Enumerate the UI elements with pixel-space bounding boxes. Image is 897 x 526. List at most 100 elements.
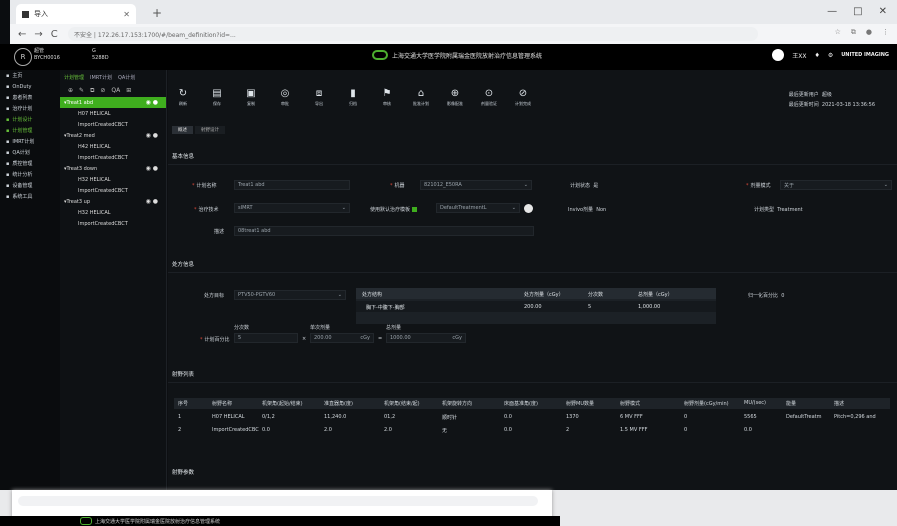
- toolbar-button[interactable]: ⧈ 导出: [304, 88, 334, 107]
- template-select[interactable]: DefaultTreatmentL ⌄: [436, 203, 520, 213]
- tree-child[interactable]: H42 HELICAL: [60, 141, 166, 152]
- sidebar-item[interactable]: ▪ 主页: [0, 70, 60, 81]
- tree-child[interactable]: ImportCreatedCBCT: [60, 185, 166, 196]
- visibility-icon[interactable]: ◉ ●: [146, 99, 158, 106]
- sidebar-item[interactable]: ▪ 计划管理: [0, 125, 60, 136]
- sidebar-item[interactable]: ▪ 患者列表: [0, 92, 60, 103]
- sidebar-item[interactable]: ▪ IMRT计划: [0, 136, 60, 147]
- tree-tab-qa[interactable]: QA计划: [118, 74, 135, 81]
- extension-icon[interactable]: ⧉: [851, 28, 856, 37]
- header-user-name[interactable]: 王XX: [792, 51, 806, 60]
- close-window-icon[interactable]: ✕: [879, 6, 887, 17]
- tree-child[interactable]: ImportCreatedCBCT: [60, 218, 166, 229]
- rx-target-select[interactable]: PTV50-PGTV60 ⌄: [234, 290, 346, 300]
- visibility-icon[interactable]: ◉ ●: [146, 132, 158, 139]
- url-input[interactable]: 不安全 | 172.26.17.153:1700/#/beam_definiti…: [68, 27, 758, 41]
- bell-icon[interactable]: ♦: [814, 52, 819, 59]
- user-id: BYCH0016: [34, 55, 60, 61]
- star-icon[interactable]: ☆: [835, 28, 841, 37]
- toolbar-button[interactable]: ▤ 保存: [202, 88, 232, 107]
- table-header-cell: MU/(sec): [744, 400, 766, 406]
- sidebar-item[interactable]: ▪ 系统工具: [0, 191, 60, 202]
- table-cell: ImportCreatedCBC: [212, 427, 259, 433]
- toolbar-button[interactable]: ⊘ 计划完成: [508, 88, 538, 107]
- template-add-button[interactable]: [524, 204, 533, 213]
- menu-icon[interactable]: ⋮: [882, 28, 889, 37]
- browser-tab[interactable]: 导入 ✕: [16, 4, 136, 24]
- close-tab-icon[interactable]: ✕: [123, 10, 130, 19]
- total-dose-input[interactable]: 1000.00 cGy: [386, 333, 466, 343]
- maximize-icon[interactable]: □: [853, 6, 862, 17]
- tree-node[interactable]: ▾ Treat3 down ◉ ●: [60, 163, 166, 174]
- sidebar-item[interactable]: ▪ 治疗计划: [0, 103, 60, 114]
- single-dose-input[interactable]: 200.00 cGy: [310, 333, 374, 343]
- sidebar-item-label: QA计划: [12, 150, 30, 156]
- toolbar-icon: ⊕: [450, 88, 460, 99]
- taskbar-item[interactable]: 上海交通大学医学院附属瑞金医院放射治疗信息管理系统: [80, 517, 220, 525]
- sidebar-item[interactable]: ▪ 统计分析: [0, 169, 60, 180]
- brand-logo: UNITED IMAGING: [841, 51, 889, 58]
- delete-icon[interactable]: ⊘: [100, 87, 105, 95]
- dose-mode-select[interactable]: 关于 ⌄: [780, 180, 892, 190]
- table-cell: 1.5 MV FFF: [620, 427, 648, 433]
- chevron-down-icon: ⌄: [511, 205, 516, 211]
- toolbar-button[interactable]: ⊙ 剂量验证: [474, 88, 504, 107]
- avatar[interactable]: [772, 49, 785, 61]
- reload-icon[interactable]: C: [51, 29, 58, 40]
- secondary-url-bar[interactable]: [18, 496, 538, 506]
- taskbar-title: 上海交通大学医学院附属瑞金医院放射治疗信息管理系统: [95, 518, 221, 525]
- profile-icon[interactable]: ●: [866, 28, 872, 37]
- toolbar-button[interactable]: ⌂ 批准计划: [406, 88, 436, 107]
- last-time-value: 2021-03-18 13:36:56: [821, 102, 875, 108]
- toolbar-button[interactable]: ▮ 归档: [338, 88, 368, 107]
- plan-name-input[interactable]: Treat1 abd: [234, 180, 350, 190]
- toolbar-button[interactable]: ↻ 刷新: [168, 88, 198, 107]
- visibility-icon[interactable]: ◉ ●: [146, 198, 158, 205]
- tree-child[interactable]: ImportCreatedCBCT: [60, 152, 166, 163]
- tree-child[interactable]: H32 HELICAL: [60, 207, 166, 218]
- table-header-cell: 准直器角(度): [324, 401, 353, 407]
- edit-icon[interactable]: ✎: [79, 87, 84, 95]
- tree-tab-imrt[interactable]: IMRT计划: [90, 74, 112, 81]
- table-row[interactable]: 2 ImportCreatedCBC 0.0 2.0 2.0 无 0.0 2 1.5 MV FF…: [174, 425, 890, 436]
- table-row[interactable]: 1 H07 HELICAL 0/1,2 11,240.0 01,2 顺时针 0.0 1370 6…: [174, 412, 890, 423]
- toolbar-button[interactable]: ▣ 复制: [236, 88, 266, 107]
- tree-child[interactable]: ImportCreatedCBCT: [60, 119, 166, 130]
- filter-icon[interactable]: ⊞: [126, 87, 131, 95]
- tree-node-label: Treat1 abd: [66, 99, 94, 106]
- tree-node[interactable]: ▾ Treat1 abd ◉ ●: [60, 97, 166, 108]
- tree-node[interactable]: ▾ Treat2 med ◉ ●: [60, 130, 166, 141]
- tree-node[interactable]: ▾ Treat3 up ◉ ●: [60, 196, 166, 207]
- tab-beam-design[interactable]: 射野设计: [195, 126, 225, 134]
- technique-select[interactable]: sIMRT ⌄: [234, 203, 350, 213]
- qa-icon[interactable]: QA: [111, 87, 120, 95]
- settings-icon[interactable]: ⚙: [828, 52, 833, 59]
- visibility-icon[interactable]: ◉ ●: [146, 165, 158, 172]
- sidebar-item[interactable]: ▪ QA计划: [0, 147, 60, 158]
- sidebar-item[interactable]: ▪ 质控管理: [0, 158, 60, 169]
- template-checkbox[interactable]: [412, 207, 418, 212]
- sidebar-item[interactable]: ▪ 设备管理: [0, 180, 60, 191]
- tree-tab-plan-manage[interactable]: 计划管理: [64, 74, 84, 81]
- description-input[interactable]: 08treat1 abd: [234, 226, 534, 236]
- sidebar-item[interactable]: ▪ OnDuty: [0, 81, 60, 92]
- table-cell: H07 HELICAL: [212, 414, 245, 420]
- template-label: 使用默认治疗模板: [370, 206, 419, 213]
- rx-head-total: 总剂量（cGy）: [638, 292, 673, 298]
- tree-child[interactable]: H07 HELICAL: [60, 108, 166, 119]
- add-icon[interactable]: ⊕: [68, 87, 73, 95]
- rx-dose-value: 200.00: [524, 304, 542, 310]
- toolbar-button[interactable]: ◎ 审批: [270, 88, 300, 107]
- tab-overview[interactable]: 概述: [172, 126, 193, 134]
- tree-child[interactable]: H32 HELICAL: [60, 174, 166, 185]
- toolbar-button[interactable]: ⚑ 审核: [372, 88, 402, 107]
- copy-icon[interactable]: ⧉: [90, 87, 94, 95]
- minimize-icon[interactable]: —: [827, 6, 837, 17]
- machine-select[interactable]: 821012_E50RA ⌄: [420, 180, 532, 190]
- fraction-input[interactable]: 5: [234, 333, 298, 343]
- new-tab-icon[interactable]: +: [152, 6, 162, 20]
- forward-icon[interactable]: →: [34, 29, 42, 40]
- sidebar-item[interactable]: ▪ 计划设计: [0, 114, 60, 125]
- toolbar-button[interactable]: ⊕ 影像配准: [440, 88, 470, 107]
- back-icon[interactable]: ←: [18, 29, 26, 40]
